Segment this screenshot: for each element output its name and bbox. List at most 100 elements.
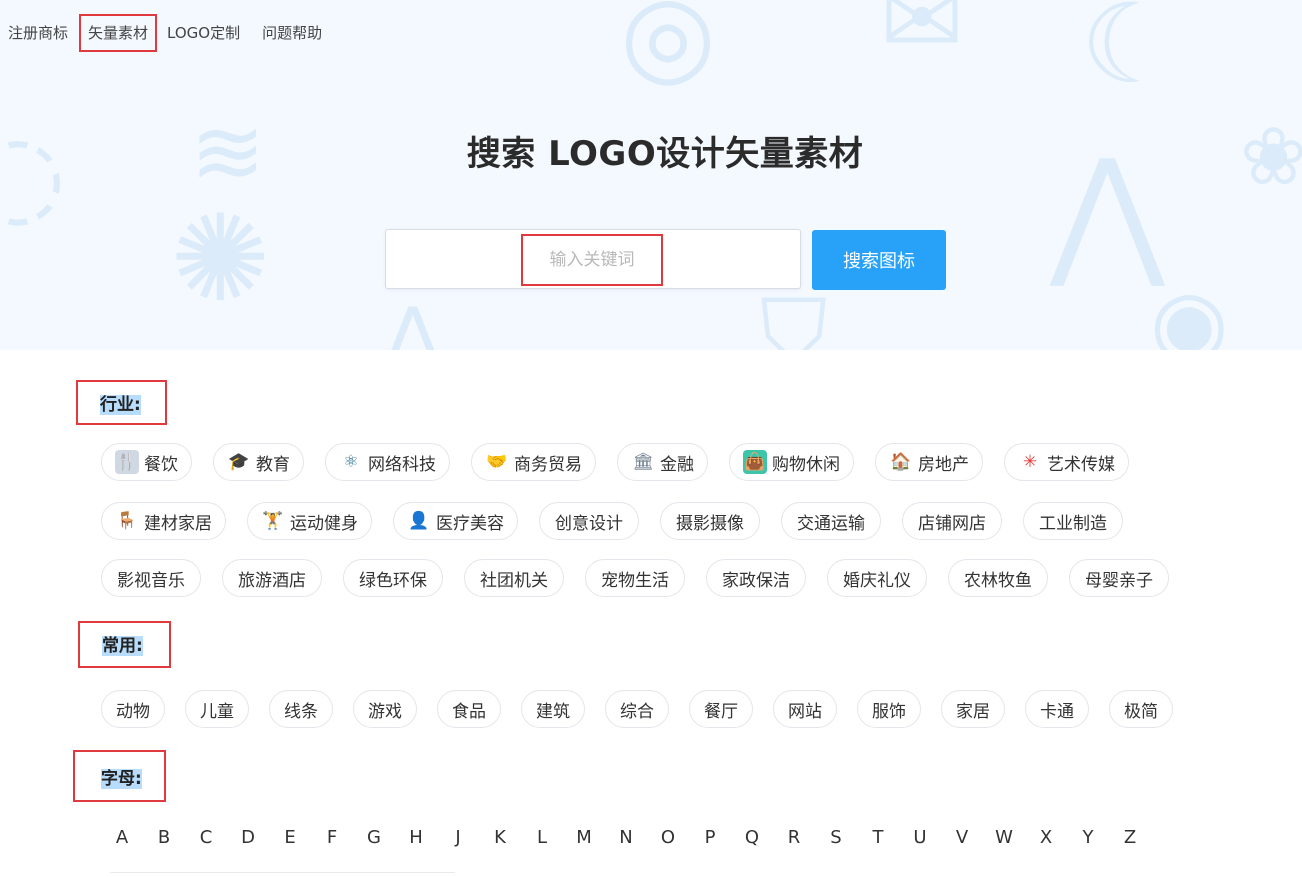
letter-s[interactable]: S [815, 822, 857, 854]
industry-tag[interactable]: 🎓 教育 [213, 443, 304, 481]
industry-tag[interactable]: 社团机关 [464, 559, 564, 597]
common-tag[interactable]: 网站 [773, 690, 837, 728]
atom-icon: ⚛ [343, 452, 359, 472]
industry-tag[interactable]: 交通运输 [781, 502, 881, 540]
industry-tag[interactable]: 🏠 房地产 [875, 443, 983, 481]
industry-tag[interactable]: 🏋 运动健身 [247, 502, 372, 540]
common-tag[interactable]: 建筑 [521, 690, 585, 728]
letter-index: ABCDEFGHJKLMNOPQRSTUVWXYZ [101, 822, 1151, 854]
circle-pattern-icon: ◎ [620, 0, 716, 98]
common-tag[interactable]: 卡通 [1025, 690, 1089, 728]
letter-h[interactable]: H [395, 822, 437, 854]
letter-j[interactable]: J [437, 822, 479, 854]
industry-tag-label: 餐饮 [144, 454, 178, 475]
letter-w[interactable]: W [983, 822, 1025, 854]
industry-tag-label: 店铺网店 [918, 513, 986, 534]
industry-tag[interactable]: 🏛 金融 [617, 443, 708, 481]
letter-u[interactable]: U [899, 822, 941, 854]
letter-o[interactable]: O [647, 822, 689, 854]
nav-item-3[interactable]: LOGO定制 [159, 14, 248, 52]
industry-tag[interactable]: 农林牧鱼 [948, 559, 1048, 597]
divider [110, 872, 455, 873]
industry-tag[interactable]: 家政保洁 [706, 559, 806, 597]
fork-knife-icon: 🍴 [115, 450, 139, 474]
common-tag[interactable]: 食品 [437, 690, 501, 728]
industry-tag-label: 社团机关 [480, 570, 548, 591]
industry-tag[interactable]: 宠物生活 [585, 559, 685, 597]
common-tag[interactable]: 儿童 [185, 690, 249, 728]
industry-tag[interactable]: 🤝 商务贸易 [471, 443, 596, 481]
letter-n[interactable]: N [605, 822, 647, 854]
letter-t[interactable]: T [857, 822, 899, 854]
letter-v[interactable]: V [941, 822, 983, 854]
industry-tag[interactable]: 摄影摄像 [660, 502, 760, 540]
letter-k[interactable]: K [479, 822, 521, 854]
letter-z[interactable]: Z [1109, 822, 1151, 854]
industry-tag[interactable]: 🍴 餐饮 [101, 443, 192, 481]
common-tag[interactable]: 综合 [605, 690, 669, 728]
owl-pattern-icon: ◉ [1150, 270, 1229, 350]
common-tag[interactable]: 极简 [1109, 690, 1173, 728]
industry-tag-label: 运动健身 [290, 513, 358, 534]
search-button[interactable]: 搜索图标 [812, 230, 946, 290]
common-tags-row: 动物 儿童 线条 游戏 食品 建筑 综合 餐厅 网站 服饰 家居 卡通 极简 [101, 690, 1173, 728]
industry-row-3: 影视音乐 旅游酒店 绿色环保 社团机关 宠物生活 家政保洁 婚庆礼仪 农林牧鱼 母婴亲子 [101, 559, 1169, 597]
industry-tag[interactable]: 旅游酒店 [222, 559, 322, 597]
industry-label: 行业: [76, 380, 167, 425]
letter-m[interactable]: M [563, 822, 605, 854]
industry-tag-label: 婚庆礼仪 [843, 570, 911, 591]
letter-x[interactable]: X [1025, 822, 1067, 854]
industry-tag[interactable]: ✳ 艺术传媒 [1004, 443, 1129, 481]
graduation-cap-icon: 🎓 [228, 452, 250, 472]
letter-d[interactable]: D [227, 822, 269, 854]
letter-y[interactable]: Y [1067, 822, 1109, 854]
industry-tag-label: 旅游酒店 [238, 570, 306, 591]
search-input[interactable] [521, 234, 663, 286]
industry-tag[interactable]: 婚庆礼仪 [827, 559, 927, 597]
sun-pattern-icon: ✺ [170, 190, 271, 329]
industry-tag-label: 家政保洁 [722, 570, 790, 591]
industry-tag[interactable]: 绿色环保 [343, 559, 443, 597]
industry-row-2: 🪑 建材家居 🏋 运动健身 👤 医疗美容 创意设计 摄影摄像 交通运输 店铺网店 工业制造 [101, 502, 1123, 540]
industry-tag[interactable]: 🪑 建材家居 [101, 502, 226, 540]
industry-tag[interactable]: 创意设计 [539, 502, 639, 540]
industry-tag[interactable]: ⚛ 网络科技 [325, 443, 450, 481]
nav-item-4[interactable]: 问题帮助 [254, 14, 330, 52]
armchair-icon: 🪑 [116, 511, 138, 531]
industry-tag[interactable]: 影视音乐 [101, 559, 201, 597]
industry-tag[interactable]: 工业制造 [1023, 502, 1123, 540]
industry-tag-label: 创意设计 [555, 513, 623, 534]
letter-q[interactable]: Q [731, 822, 773, 854]
industry-tag-label: 医疗美容 [436, 513, 504, 534]
letters-label: 字母: [73, 750, 166, 802]
industry-tag-label: 宠物生活 [601, 570, 669, 591]
nav-item-2[interactable]: 矢量素材 [79, 14, 158, 52]
letter-c[interactable]: C [185, 822, 227, 854]
industry-tag-label: 建材家居 [144, 513, 212, 534]
industry-tag-label: 交通运输 [797, 513, 865, 534]
industry-tag[interactable]: 👜 购物休闲 [729, 443, 854, 481]
common-tag[interactable]: 动物 [101, 690, 165, 728]
letter-l[interactable]: L [521, 822, 563, 854]
common-tag[interactable]: 线条 [269, 690, 333, 728]
nav-item-1[interactable]: 注册商标 [0, 14, 76, 52]
industry-tag-label: 工业制造 [1039, 513, 1107, 534]
letter-f[interactable]: F [311, 822, 353, 854]
common-tag[interactable]: 餐厅 [689, 690, 753, 728]
letter-e[interactable]: E [269, 822, 311, 854]
industry-tag[interactable]: 👤 医疗美容 [393, 502, 518, 540]
common-tag[interactable]: 服饰 [857, 690, 921, 728]
crescent-pattern-icon: ☾ [1080, 0, 1179, 108]
letter-b[interactable]: B [143, 822, 185, 854]
industry-tag[interactable]: 母婴亲子 [1069, 559, 1169, 597]
bank-icon: 🏛 [632, 452, 654, 472]
common-tag[interactable]: 游戏 [353, 690, 417, 728]
letter-g[interactable]: G [353, 822, 395, 854]
industry-tag[interactable]: 店铺网店 [902, 502, 1002, 540]
common-tag[interactable]: 家居 [941, 690, 1005, 728]
letter-a[interactable]: A [101, 822, 143, 854]
letter-r[interactable]: R [773, 822, 815, 854]
industry-tag-label: 房地产 [918, 454, 969, 475]
industry-tag-label: 绿色环保 [359, 570, 427, 591]
letter-p[interactable]: P [689, 822, 731, 854]
